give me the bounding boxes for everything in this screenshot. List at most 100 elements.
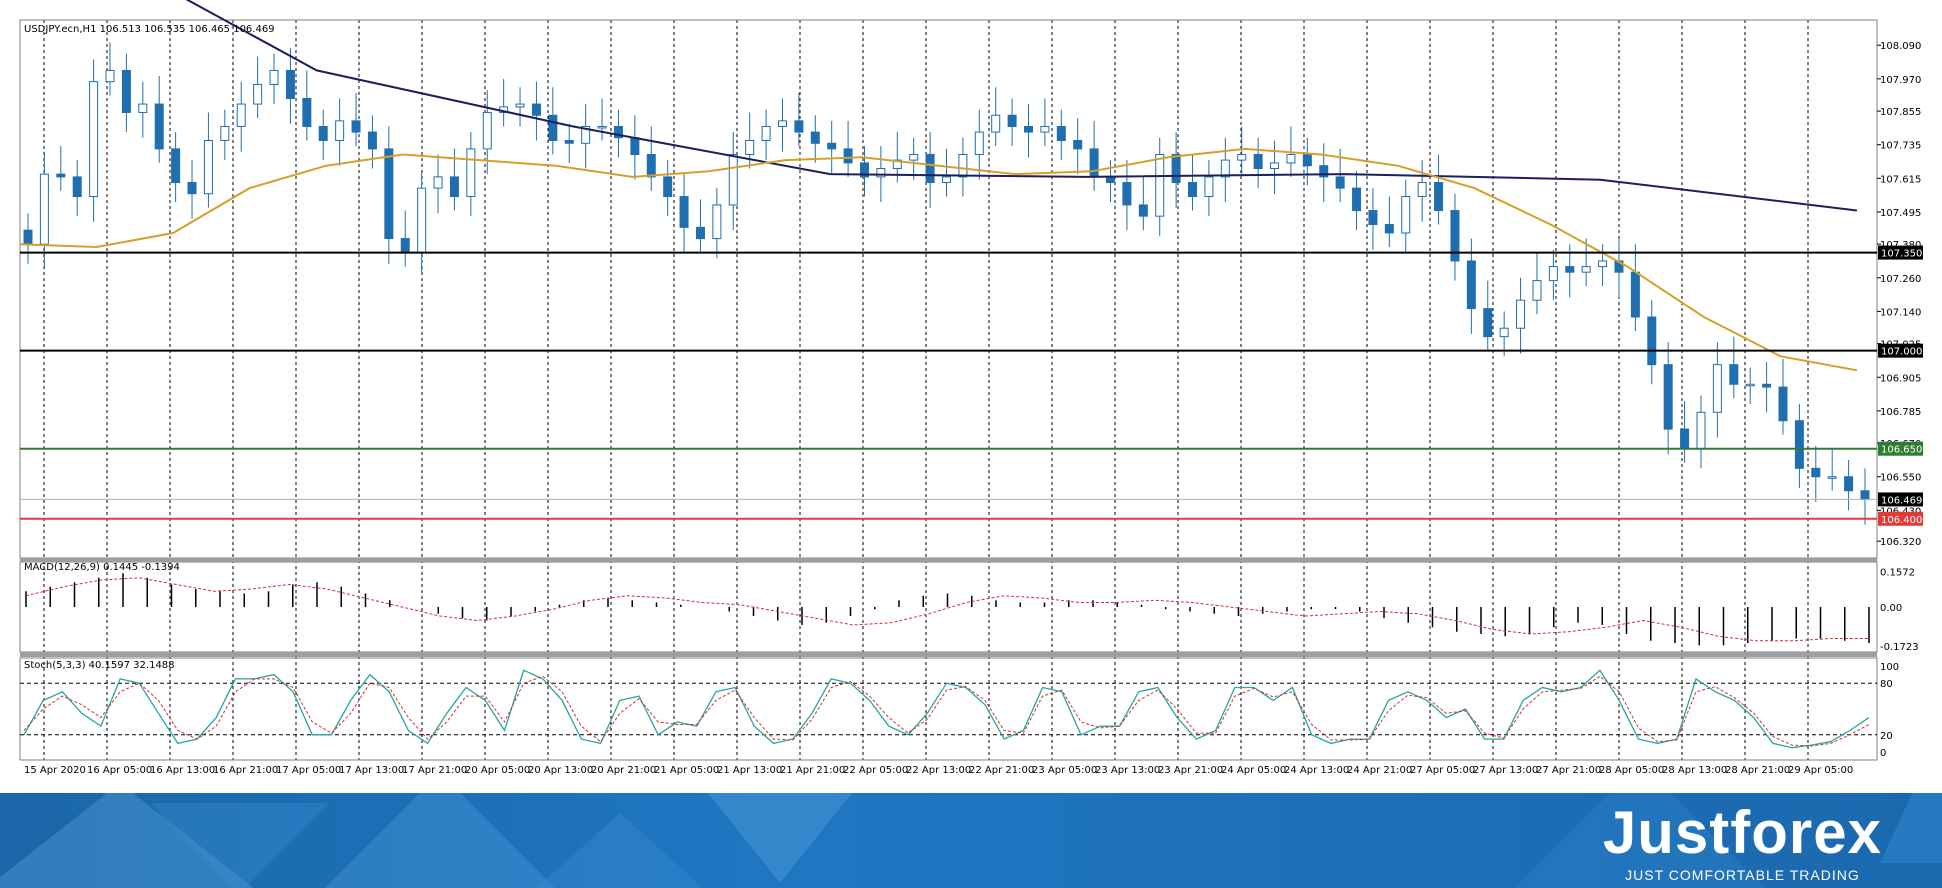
- y-tick-label: 106.905: [1880, 373, 1921, 384]
- candle-bearish: [646, 154, 656, 178]
- y-tick-label: 107.495: [1880, 208, 1921, 219]
- y-tick-label: 107.260: [1880, 274, 1921, 285]
- time-axis: 15 Apr 2020 16 Apr 05:0016 Apr 13:0016 Ap…: [24, 765, 1853, 776]
- candle-bearish: [1302, 154, 1312, 167]
- candle-bullish: [39, 173, 49, 245]
- level-label: 107.350: [1881, 249, 1922, 260]
- stoch-label: Stoch(5,3,3) 40.1597 32.1488: [24, 660, 175, 671]
- candle-bearish: [23, 229, 33, 245]
- y-tick-label: 107.855: [1880, 107, 1921, 118]
- candle-bearish: [1794, 420, 1804, 469]
- panel-separator: [20, 558, 1877, 562]
- stoch-y-tick: 80: [1880, 679, 1893, 690]
- candle-bullish: [1548, 266, 1558, 282]
- candle-bearish: [630, 137, 640, 155]
- candle-bearish: [187, 182, 197, 195]
- candle-bearish: [1368, 210, 1378, 226]
- y-tick-label: 106.320: [1880, 537, 1921, 548]
- x-tick-label: 23 Apr 05:00: [1032, 765, 1097, 776]
- candle-bearish: [351, 120, 361, 133]
- x-tick-label: 16 Apr 21:00: [213, 765, 278, 776]
- candle-bearish: [1778, 386, 1788, 422]
- candle-bullish: [1401, 196, 1411, 234]
- candle-bearish: [1056, 125, 1066, 141]
- candle-bullish: [777, 120, 787, 127]
- candle-bearish: [384, 148, 394, 240]
- stoch-y-tick: 100: [1880, 662, 1899, 673]
- trading-chart: 108.090 107.970 107.855 107.735 107.615 107.4…: [0, 0, 1942, 793]
- x-tick-label: 29 Apr 05:00: [1788, 765, 1853, 776]
- candle-bullish: [1499, 327, 1509, 338]
- candle-bearish: [1647, 316, 1657, 366]
- candle-bearish: [1138, 204, 1148, 217]
- candle-bullish: [433, 176, 443, 189]
- x-tick-label: 27 Apr 21:00: [1536, 765, 1601, 776]
- x-tick-label: 24 Apr 21:00: [1347, 765, 1412, 776]
- candle-bearish: [843, 148, 853, 164]
- candle-bullish: [105, 69, 115, 83]
- candle-bearish: [449, 176, 459, 198]
- candle-bullish: [515, 103, 525, 108]
- y-tick-label: 108.090: [1880, 41, 1921, 52]
- last-price-label: 106.469: [1881, 495, 1922, 506]
- symbol-info: USDJPY.ecn,H1 106.513 106.535 106.465 10…: [24, 24, 275, 35]
- candle-bullish: [466, 148, 476, 198]
- x-tick-label: 22 Apr 13:00: [906, 765, 971, 776]
- brand-logo: Justforex JUST COMFORTABLE TRADING: [1603, 801, 1882, 884]
- candle-bearish: [1680, 428, 1690, 450]
- candle-bullish: [203, 139, 213, 195]
- candle-bullish: [1745, 383, 1755, 387]
- candle-bullish: [417, 187, 427, 254]
- candle-bullish: [761, 125, 771, 141]
- level-label: 107.000: [1881, 347, 1922, 358]
- candle-bullish: [991, 114, 1001, 133]
- macd-y-tick: -0.1723: [1880, 642, 1919, 653]
- candle-bearish: [302, 97, 312, 127]
- x-tick-label: 21 Apr 21:00: [780, 765, 845, 776]
- candle-bearish: [318, 125, 328, 141]
- candle-bearish: [1729, 364, 1739, 385]
- candle-bullish: [269, 69, 279, 85]
- y-tick-label: 107.140: [1880, 307, 1921, 318]
- x-tick-label: 22 Apr 05:00: [843, 765, 908, 776]
- candle-bearish: [400, 238, 410, 254]
- candle-bearish: [827, 142, 837, 150]
- candle-bearish: [1844, 476, 1854, 492]
- candle-bullish: [909, 154, 919, 161]
- x-tick-label: 27 Apr 05:00: [1410, 765, 1475, 776]
- candle-bearish: [1352, 187, 1362, 212]
- candle-bullish: [138, 103, 148, 113]
- x-tick-label: 24 Apr 13:00: [1284, 765, 1349, 776]
- candle-bearish: [1663, 364, 1673, 430]
- panel-separator: [20, 652, 1877, 657]
- candle-bearish: [1171, 154, 1181, 184]
- candle-bearish: [1089, 148, 1099, 178]
- candle-bullish: [1516, 299, 1526, 329]
- candle-bearish: [154, 103, 164, 150]
- candle-bullish: [1204, 176, 1214, 198]
- candle-bullish: [1827, 476, 1837, 479]
- candle-bullish: [1237, 154, 1247, 161]
- candle-bearish: [1024, 125, 1034, 133]
- candle-bullish: [1155, 154, 1165, 217]
- x-tick-label: 20 Apr 21:00: [591, 765, 656, 776]
- candle-bearish: [663, 176, 673, 198]
- x-tick-label: 16 Apr 05:00: [87, 765, 152, 776]
- x-tick-label: 15 Apr 2020: [24, 765, 86, 776]
- macd-y-tick: 0.1572: [1880, 568, 1915, 579]
- candle-bearish: [1335, 176, 1345, 189]
- candle-bullish: [253, 83, 263, 105]
- candle-bearish: [695, 226, 705, 240]
- candle-bullish: [1712, 364, 1722, 413]
- candle-bearish: [925, 154, 935, 184]
- x-tick-label: 20 Apr 13:00: [528, 765, 593, 776]
- macd-label: MACD(12,26,9) 0.1445 -0.1394: [24, 562, 180, 573]
- candle-bearish: [1466, 260, 1476, 310]
- candle-bullish: [958, 154, 968, 178]
- brand-banner: Justforex JUST COMFORTABLE TRADING: [0, 793, 1942, 888]
- candle-bullish: [1696, 411, 1706, 450]
- candle-bearish: [1384, 224, 1394, 234]
- level-label: 106.400: [1881, 515, 1922, 526]
- candle-bullish: [974, 131, 984, 155]
- y-tick-label: 107.970: [1880, 75, 1921, 86]
